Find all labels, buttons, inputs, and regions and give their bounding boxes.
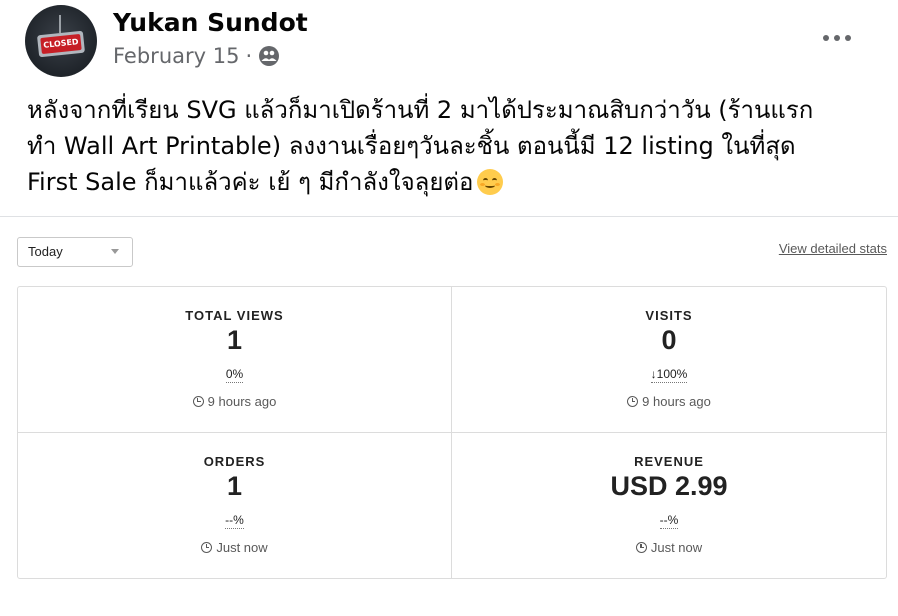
- stat-time-text: 9 hours ago: [642, 394, 711, 409]
- stat-value: 1: [226, 325, 243, 355]
- stat-time: Just now: [452, 540, 886, 555]
- stat-label: REVENUE: [634, 453, 704, 469]
- stat-change-value[interactable]: --%: [225, 512, 244, 529]
- friends-icon[interactable]: [258, 45, 280, 67]
- stat-value: USD 2.99: [610, 470, 728, 501]
- stat-label: TOTAL VIEWS: [185, 308, 284, 323]
- smiling-face-icon: [477, 169, 504, 195]
- period-select[interactable]: Today: [17, 237, 133, 267]
- stat-change: 0%: [18, 367, 451, 383]
- period-select-value: Today: [28, 244, 63, 259]
- post-meta: February 15 ·: [113, 44, 280, 68]
- avatar-sign-text: CLOSED: [40, 33, 82, 55]
- stat-time: 9 hours ago: [452, 394, 886, 409]
- clock-icon: [201, 541, 213, 553]
- stat-change-value[interactable]: 0%: [225, 367, 244, 383]
- stats-widget: Today View detailed stats TOTAL VIEWS 1 …: [0, 217, 898, 616]
- stat-label: VISITS: [645, 308, 693, 323]
- stats-grid: TOTAL VIEWS 1 0% 9 hours ago VISITS 0 ↓1…: [17, 286, 887, 579]
- stat-change: ↓100%: [452, 367, 886, 383]
- clock-icon: [192, 396, 204, 407]
- post-text-line: ทำ Wall Art Printable) ลงงานเรื่อยๆวันละ…: [27, 132, 796, 160]
- stat-time: 9 hours ago: [18, 394, 451, 409]
- stat-value: 0: [661, 325, 677, 355]
- sign-hanger: [59, 15, 61, 33]
- stat-value: 1: [226, 470, 243, 501]
- clock-icon: [635, 541, 647, 553]
- post-text-line: หลังจากที่เรียน SVG แล้วก็มาเปิดร้านที่ …: [27, 96, 814, 124]
- stat-change: --%: [452, 512, 886, 529]
- stat-change-value[interactable]: ↓100%: [650, 367, 688, 383]
- meta-separator: ·: [245, 44, 253, 68]
- post-text-line-content: First Sale ก็มาแล้วค่ะ เย้ ๆ มีกำลังใจลุ…: [27, 168, 474, 196]
- stat-change-value[interactable]: --%: [659, 512, 679, 529]
- post-text: หลังจากที่เรียน SVG แล้วก็มาเปิดร้านที่ …: [27, 92, 887, 200]
- post-text-line: First Sale ก็มาแล้วค่ะ เย้ ๆ มีกำลังใจลุ…: [27, 164, 887, 200]
- stat-card-orders: ORDERS 1 --% Just now: [18, 432, 452, 578]
- view-detailed-stats-link[interactable]: View detailed stats: [779, 241, 887, 256]
- stat-card-revenue: REVENUE USD 2.99 --% Just now: [452, 433, 886, 579]
- stat-time: Just now: [18, 540, 451, 555]
- more-options-icon[interactable]: [820, 24, 854, 52]
- post-date[interactable]: February 15: [113, 44, 239, 68]
- author-name[interactable]: Yukan Sundot: [113, 8, 308, 37]
- stat-time-text: Just now: [650, 539, 703, 555]
- chevron-down-icon: [111, 249, 119, 254]
- stat-card-visits: VISITS 0 ↓100% 9 hours ago: [452, 287, 886, 433]
- stat-time-text: Just now: [216, 539, 268, 555]
- stat-time-text: 9 hours ago: [207, 394, 277, 409]
- stat-card-total-views: TOTAL VIEWS 1 0% 9 hours ago: [18, 287, 452, 433]
- avatar[interactable]: CLOSED: [25, 5, 97, 77]
- stat-label: ORDERS: [203, 453, 266, 469]
- closed-sign-icon: CLOSED: [36, 30, 86, 58]
- clock-icon: [627, 396, 639, 407]
- stat-change: --%: [18, 512, 451, 529]
